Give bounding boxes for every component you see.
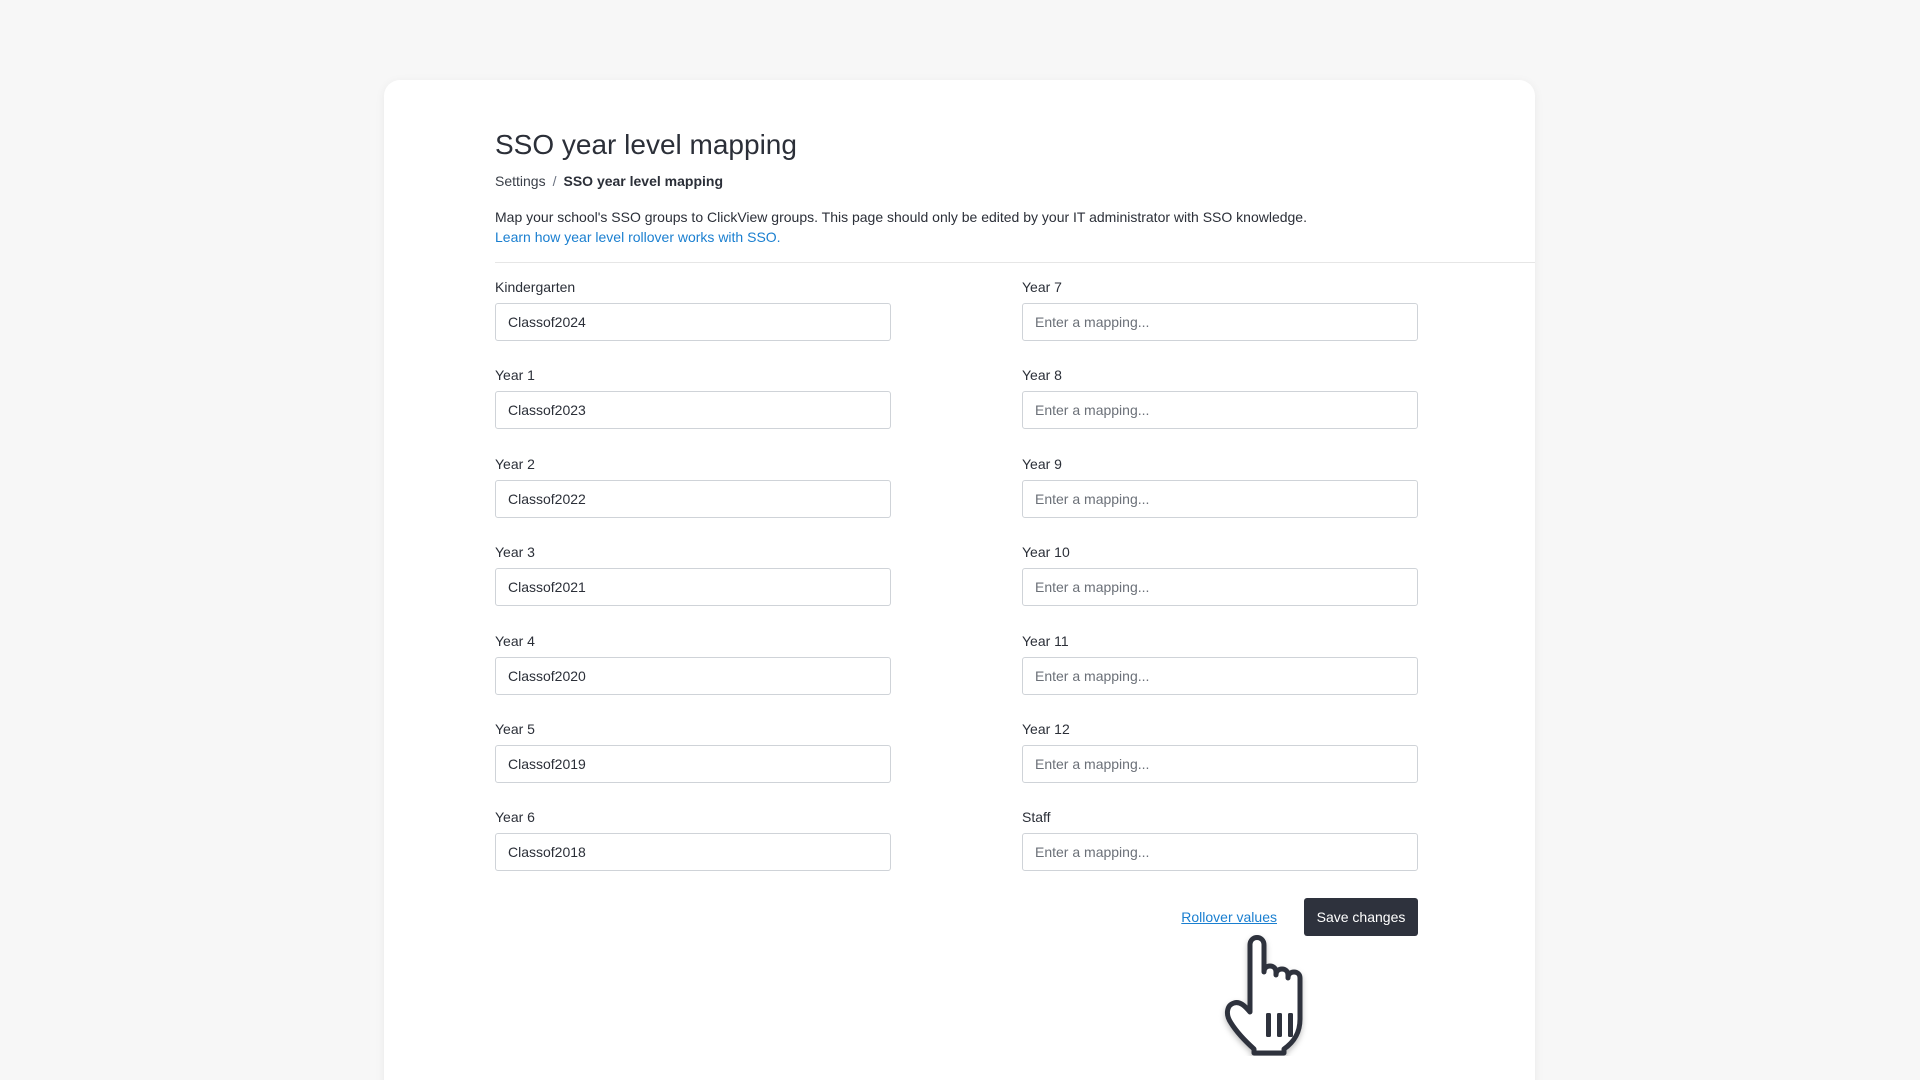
page-description: Map your school's SSO groups to ClickVie… xyxy=(495,209,1307,225)
mapping-input-year-11[interactable] xyxy=(1022,656,1418,695)
field-label: Year 7 xyxy=(1022,279,1062,295)
field-label: Year 1 xyxy=(495,367,535,384)
mapping-field-year-12: Year 12 xyxy=(1022,720,1418,808)
mapping-column-left: Kindergarten Year 1 Year 2 Year 3 Year 4… xyxy=(495,278,891,897)
mapping-field-year-7: Year 7 xyxy=(1022,278,1418,366)
field-label: Year 5 xyxy=(495,720,535,737)
mapping-field-year-4: Year 4 xyxy=(495,632,891,720)
field-label: Staff xyxy=(1022,809,1051,826)
field-label: Year 11 xyxy=(1022,632,1069,649)
field-label: Year 8 xyxy=(1022,367,1062,384)
hand-pointer-icon xyxy=(1224,935,1303,1056)
learn-more-link[interactable]: Learn how year level rollover works with… xyxy=(495,227,781,247)
mapping-field-year-11: Year 11 xyxy=(1022,632,1418,720)
breadcrumb: Settings / SSO year level mapping xyxy=(495,172,1495,190)
mapping-field-year-5: Year 5 xyxy=(495,720,891,808)
mapping-column-right: Year 7 Year 8 Year 9 Year 10 Year 11 Yea… xyxy=(1022,278,1418,897)
settings-card: SSO year level mapping Settings / SSO year… xyxy=(384,80,1535,1080)
page-title: SSO year level mapping xyxy=(495,129,797,160)
mapping-input-staff[interactable] xyxy=(1022,833,1418,872)
mapping-field-staff: Staff xyxy=(1022,808,1418,896)
mapping-input-year-6[interactable] xyxy=(495,833,891,872)
field-label: Year 10 xyxy=(1022,544,1070,561)
header-divider xyxy=(495,262,1535,263)
mapping-field-year-10: Year 10 xyxy=(1022,543,1418,631)
cursor-line xyxy=(1288,1013,1293,1037)
field-label: Year 9 xyxy=(1022,455,1062,472)
field-label: Year 12 xyxy=(1022,720,1070,737)
field-label: Year 4 xyxy=(495,632,535,649)
mapping-input-year-8[interactable] xyxy=(1022,391,1418,430)
mapping-input-kindergarten[interactable] xyxy=(495,303,891,341)
mapping-input-year-4[interactable] xyxy=(495,656,891,695)
field-label: Year 2 xyxy=(495,455,535,472)
breadcrumb-settings[interactable]: Settings xyxy=(495,173,546,189)
mapping-field-year-2: Year 2 xyxy=(495,455,891,543)
mapping-input-year-1[interactable] xyxy=(495,391,891,430)
mapping-field-year-1: Year 1 xyxy=(495,366,891,454)
mapping-field-year-3: Year 3 xyxy=(495,543,891,631)
mapping-input-year-2[interactable] xyxy=(495,479,891,518)
field-label: Year 3 xyxy=(495,544,535,561)
page-header: SSO year level mapping Settings / SSO year… xyxy=(495,128,1495,247)
mapping-input-year-12[interactable] xyxy=(1022,744,1418,783)
mapping-field-year-8: Year 8 xyxy=(1022,366,1418,454)
cursor-line xyxy=(1277,1013,1282,1037)
breadcrumb-separator: / xyxy=(552,173,557,189)
breadcrumb-current: SSO year level mapping xyxy=(563,173,723,189)
mapping-input-year-7[interactable] xyxy=(1022,303,1418,341)
mapping-field-year-9: Year 9 xyxy=(1022,455,1418,543)
mapping-input-year-10[interactable] xyxy=(1022,568,1418,607)
mapping-field-year-6: Year 6 xyxy=(495,808,891,896)
mapping-input-year-9[interactable] xyxy=(1022,479,1418,518)
field-label: Kindergarten xyxy=(495,279,576,295)
mapping-input-year-5[interactable] xyxy=(495,744,891,783)
mapping-field-kindergarten: Kindergarten xyxy=(495,278,891,366)
mapping-input-year-3[interactable] xyxy=(495,568,891,607)
field-label: Year 6 xyxy=(495,809,535,826)
cursor-line xyxy=(1266,1013,1271,1037)
